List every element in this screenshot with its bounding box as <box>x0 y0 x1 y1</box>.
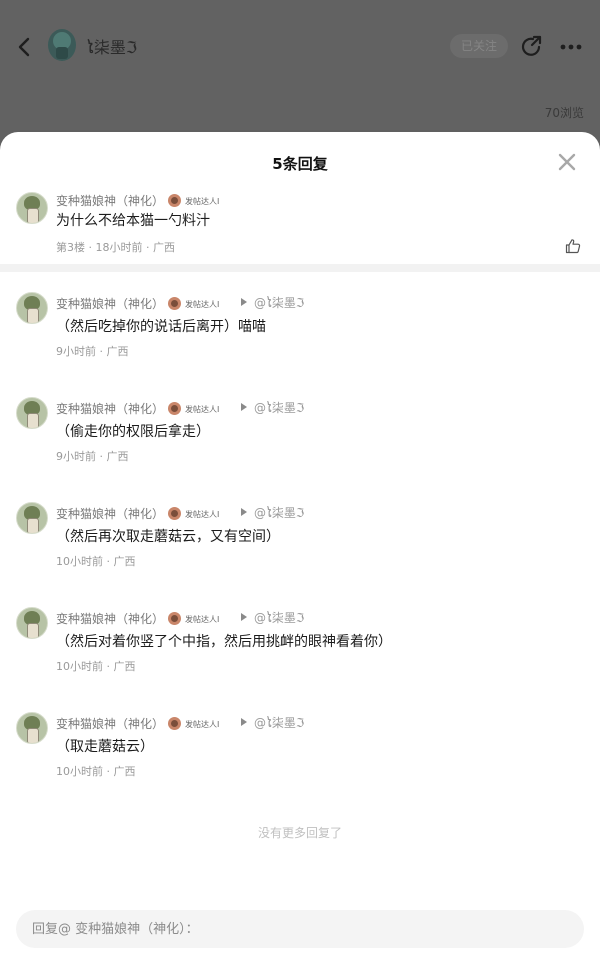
comment-author[interactable]: 变种猫娘神（神化） <box>56 192 164 209</box>
reply-author[interactable]: 变种猫娘神（神化） <box>56 295 164 312</box>
badge-label: 发帖达人I <box>185 405 220 414</box>
comment-meta: 第3楼 · 18小时前 · 广西 <box>56 241 175 254</box>
reply-content[interactable]: （然后吃掉你的说话后离开）喵喵 <box>56 316 266 336</box>
badge-icon <box>168 402 181 415</box>
reply-meta: 9小时前 · 广西 <box>56 345 129 358</box>
badge-icon <box>168 297 181 310</box>
badge-icon <box>168 507 181 520</box>
reply-input-bar[interactable] <box>16 910 584 948</box>
reply-meta: 9小时前 · 广西 <box>56 450 129 463</box>
reply-input[interactable] <box>16 910 584 948</box>
reply-arrow-icon <box>241 508 247 516</box>
like-icon[interactable] <box>565 238 581 254</box>
avatar[interactable] <box>16 712 48 744</box>
badge-label: 发帖达人I <box>185 300 220 309</box>
badge-label: 发帖达人I <box>185 510 220 519</box>
reply-content[interactable]: （取走蘑菇云） <box>56 736 154 756</box>
reply-to-user[interactable]: @ໄ柒墨ℑ <box>254 714 304 731</box>
back-arrow-icon[interactable] <box>14 36 34 58</box>
reply-content[interactable]: （然后再次取走蘑菇云，又有空间） <box>56 526 280 546</box>
reply-meta: 10小时前 · 广西 <box>56 660 136 673</box>
reply-arrow-icon <box>241 613 247 621</box>
more-options-icon[interactable] <box>560 44 582 50</box>
reply-to-user[interactable]: @ໄ柒墨ℑ <box>254 399 304 416</box>
reply-author[interactable]: 变种猫娘神（神化） <box>56 715 164 732</box>
avatar[interactable] <box>16 397 48 429</box>
badge-label: 发帖达人I <box>185 615 220 624</box>
avatar[interactable] <box>16 502 48 534</box>
badge-icon <box>168 194 181 207</box>
reply-content[interactable]: （然后对着你竖了个中指，然后用挑衅的眼神看着你） <box>56 631 392 651</box>
reply-meta: 10小时前 · 广西 <box>56 555 136 568</box>
sheet-title: 5条回复 <box>272 155 328 173</box>
badge-icon <box>168 612 181 625</box>
author-avatar[interactable] <box>48 29 76 61</box>
reply-author[interactable]: 变种猫娘神（神化） <box>56 400 164 417</box>
reply-arrow-icon <box>241 298 247 306</box>
follow-button[interactable]: 已关注 <box>450 34 508 58</box>
reply-arrow-icon <box>241 718 247 726</box>
comment-content[interactable]: 为什么不给本猫一勺料汁 <box>56 210 210 230</box>
reply-author[interactable]: 变种猫娘神（神化） <box>56 505 164 522</box>
reply-to-user[interactable]: @ໄ柒墨ℑ <box>254 609 304 626</box>
reply-to-user[interactable]: @ໄ柒墨ℑ <box>254 294 304 311</box>
badge-label: 发帖达人I <box>185 720 220 729</box>
avatar[interactable] <box>16 292 48 324</box>
badge-icon <box>168 717 181 730</box>
post-header: ໄ柒墨ℑ 已关注 70浏览 <box>0 0 600 130</box>
avatar[interactable] <box>16 607 48 639</box>
no-more-replies-text: 没有更多回复了 <box>257 826 342 840</box>
author-name[interactable]: ໄ柒墨ℑ <box>86 34 137 58</box>
reply-to-user[interactable]: @ໄ柒墨ℑ <box>254 504 304 521</box>
reply-sheet: 5条回复 变种猫娘神（神化） 发帖达人I 为什么不给本猫一勺料汁 第3楼 · 1… <box>0 132 600 960</box>
close-icon[interactable] <box>558 153 576 171</box>
view-count: 70浏览 <box>544 106 584 120</box>
share-icon[interactable] <box>520 34 544 58</box>
badge-label: 发帖达人I <box>185 197 220 206</box>
reply-author[interactable]: 变种猫娘神（神化） <box>56 610 164 627</box>
section-divider <box>0 264 600 272</box>
reply-arrow-icon <box>241 403 247 411</box>
avatar[interactable] <box>16 192 48 224</box>
reply-content[interactable]: （偷走你的权限后拿走） <box>56 421 210 441</box>
reply-meta: 10小时前 · 广西 <box>56 765 136 778</box>
